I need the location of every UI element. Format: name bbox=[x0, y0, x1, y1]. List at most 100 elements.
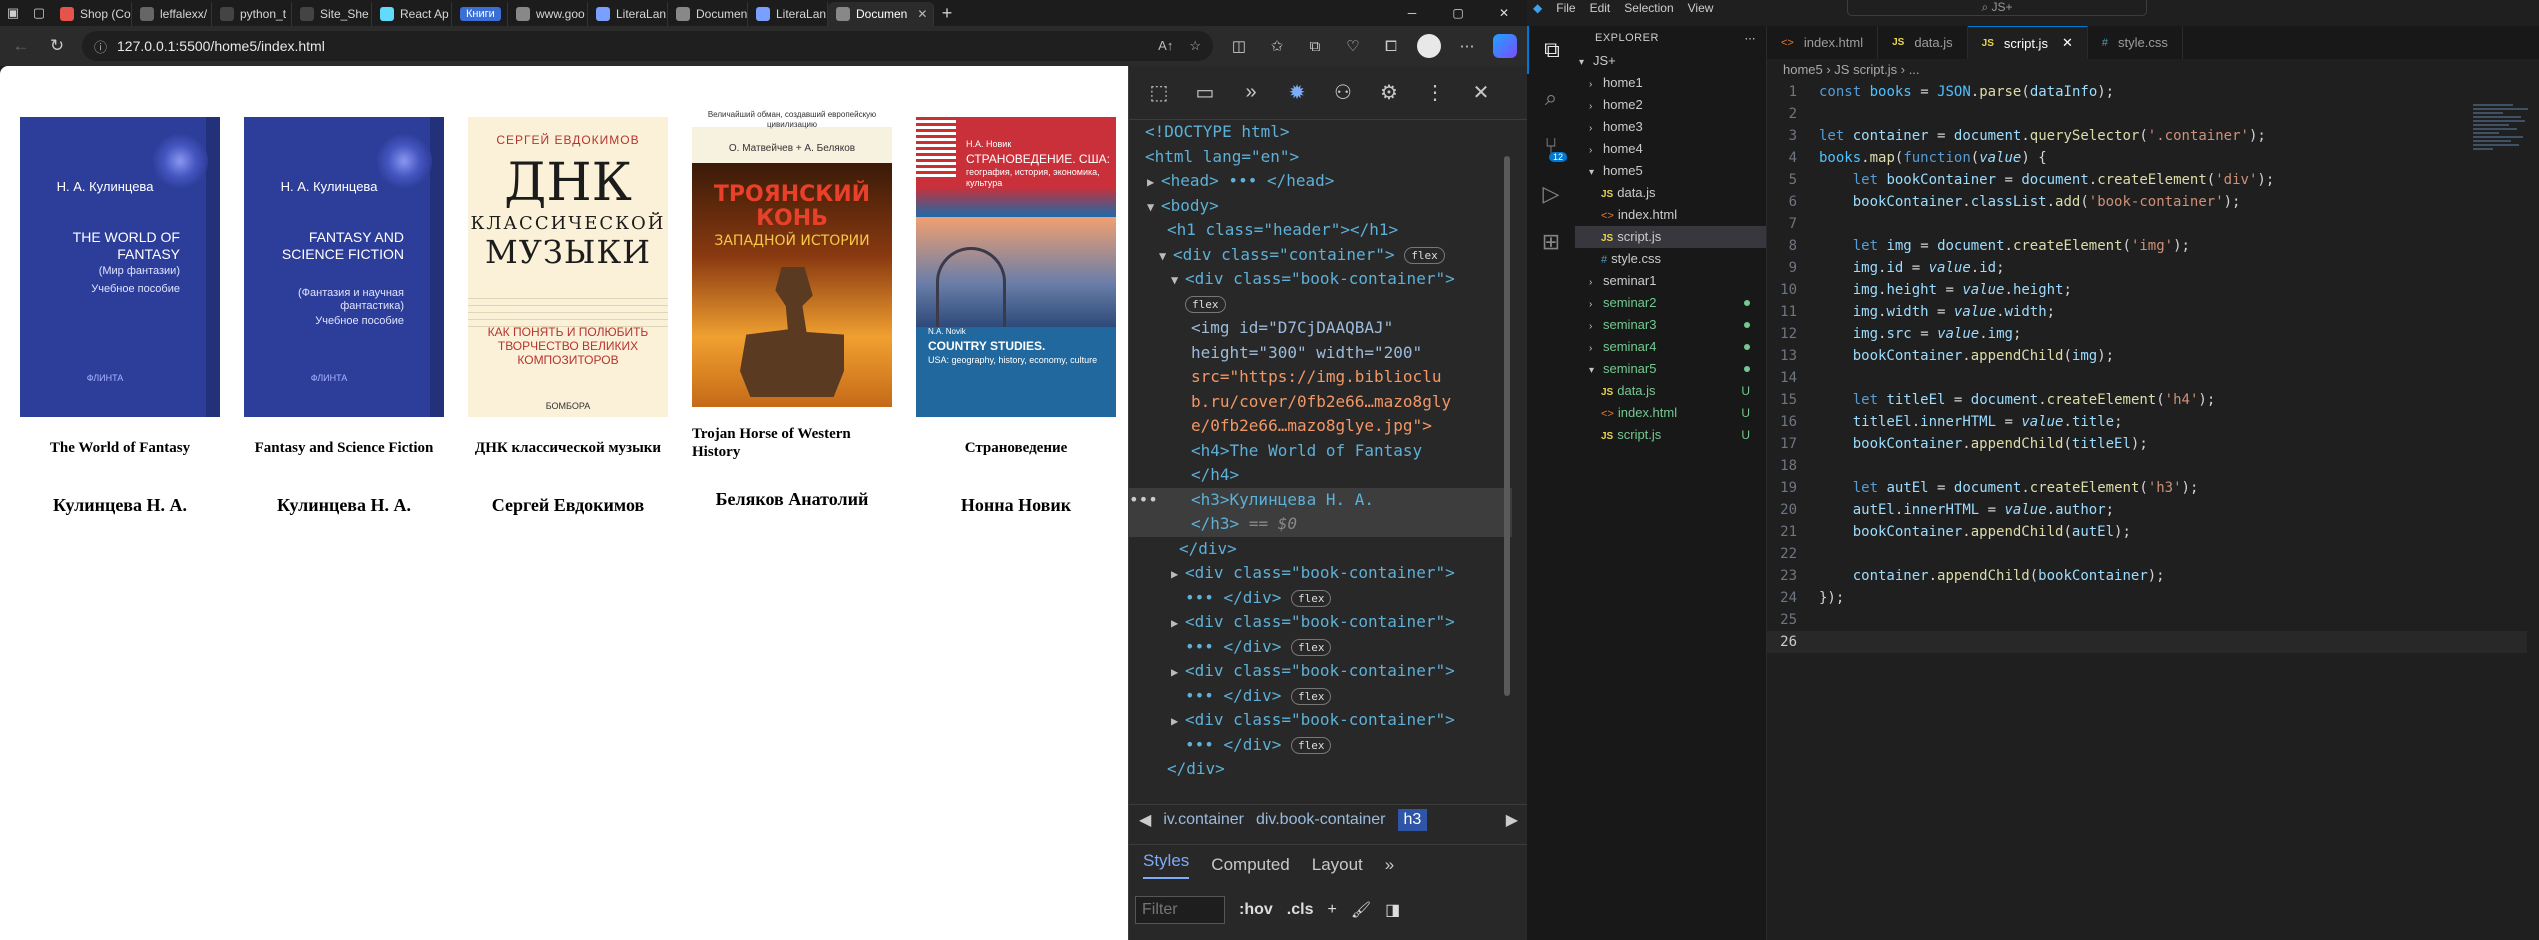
url-field[interactable]: ⓘ 127.0.0.1:5500/home5/index.html A↑ ☆ bbox=[82, 31, 1213, 61]
tree-item[interactable]: JS data.js bbox=[1575, 182, 1766, 204]
expand-arrow-icon[interactable]: ▶ bbox=[1171, 709, 1185, 734]
tree-item[interactable]: # style.css bbox=[1575, 248, 1766, 270]
tree-item[interactable]: JS data.js U bbox=[1575, 380, 1766, 402]
maximize-icon[interactable]: ▢ bbox=[1435, 0, 1481, 26]
class-toggle[interactable]: .cls bbox=[1287, 901, 1314, 919]
collapse-arrow-icon[interactable]: ▼ bbox=[1171, 268, 1185, 293]
source-control-icon[interactable]: ⑂ 12 bbox=[1527, 122, 1575, 170]
menu-edit[interactable]: Edit bbox=[1590, 1, 1611, 15]
tree-item[interactable]: ▾ seminar5 bbox=[1575, 358, 1766, 380]
browser-tab[interactable]: Site_She bbox=[292, 2, 372, 26]
tree-item[interactable]: › seminar1 bbox=[1575, 270, 1766, 292]
editor-breadcrumb[interactable]: home5 › JS script.js › ... bbox=[1767, 59, 2539, 81]
editor-tab[interactable]: # style.css bbox=[2088, 26, 2183, 59]
dom-node[interactable]: ▶ <div class="book-container"> bbox=[1129, 659, 1512, 684]
minimap[interactable] bbox=[2473, 104, 2533, 194]
editor-tab[interactable]: JS script.js ✕ bbox=[1967, 26, 2088, 59]
close-tab-icon[interactable]: ✕ bbox=[917, 7, 927, 21]
tree-item[interactable]: › seminar4 bbox=[1575, 336, 1766, 358]
expand-arrow-icon[interactable]: ▶ bbox=[1171, 660, 1185, 685]
dom-node-selected[interactable]: </h3> == $0 bbox=[1129, 512, 1512, 537]
kebab-menu-icon[interactable]: ⋮ bbox=[1421, 80, 1449, 105]
site-info-icon[interactable]: ⓘ bbox=[94, 37, 107, 56]
menu-selection[interactable]: Selection bbox=[1624, 1, 1673, 15]
flex-badge[interactable]: flex bbox=[1290, 638, 1332, 656]
tree-item[interactable]: ▾ home5 bbox=[1575, 160, 1766, 182]
flex-badge[interactable]: flex bbox=[1185, 295, 1226, 313]
flex-badge[interactable]: flex bbox=[1290, 589, 1332, 607]
tree-item[interactable]: › home2 bbox=[1575, 94, 1766, 116]
dom-node[interactable]: </div> bbox=[1129, 757, 1512, 782]
dom-node[interactable]: ••• </div> flex bbox=[1129, 635, 1512, 660]
elements-scrollbar[interactable] bbox=[1504, 156, 1510, 696]
browser-tab[interactable]: React Ap bbox=[372, 2, 452, 26]
paint-icon[interactable]: 🖌 bbox=[1351, 900, 1371, 920]
tree-item[interactable]: <> index.html U bbox=[1575, 402, 1766, 424]
dom-node[interactable]: </div> bbox=[1129, 537, 1512, 562]
close-devtools-icon[interactable]: ✕ bbox=[1467, 80, 1495, 105]
sidebar-toggle-icon[interactable]: ◨ bbox=[1385, 900, 1400, 920]
hover-state-toggle[interactable]: :hov bbox=[1239, 901, 1273, 919]
breadcrumb-right-icon[interactable]: ▶ bbox=[1506, 810, 1518, 830]
elements-tree[interactable]: <!DOCTYPE html> <html lang="en"> ▶ <head>… bbox=[1129, 120, 1512, 850]
menu-view[interactable]: View bbox=[1688, 1, 1714, 15]
new-tab-button[interactable]: + bbox=[934, 0, 960, 26]
dom-node[interactable]: height="300" width="200" bbox=[1129, 341, 1512, 366]
browser-tab[interactable]: Shop (Co bbox=[52, 2, 132, 26]
breadcrumb-item[interactable]: iv.container bbox=[1163, 811, 1244, 829]
tab-styles[interactable]: Styles bbox=[1143, 851, 1190, 879]
split-screen-icon[interactable]: ◫ bbox=[1227, 37, 1251, 55]
dom-node[interactable]: <h4>The World of Fantasy bbox=[1129, 439, 1512, 464]
tab-computed[interactable]: Computed bbox=[1211, 855, 1289, 875]
dom-node[interactable]: ▶ <head> ••• </head> bbox=[1129, 169, 1512, 194]
tree-item[interactable]: JS script.js bbox=[1575, 226, 1766, 248]
breadcrumb-item-current[interactable]: h3 bbox=[1397, 808, 1428, 831]
tree-item[interactable]: › seminar3 bbox=[1575, 314, 1766, 336]
expand-arrow-icon[interactable]: ▶ bbox=[1171, 611, 1185, 636]
extensions-icon[interactable]: ⧠ bbox=[1379, 38, 1403, 55]
browser-tab[interactable]: www.goo bbox=[508, 2, 588, 26]
tree-item[interactable]: <> index.html bbox=[1575, 204, 1766, 226]
extensions-icon[interactable]: ⊞ bbox=[1527, 218, 1575, 266]
tree-item[interactable]: › seminar2 bbox=[1575, 292, 1766, 314]
browser-tab[interactable]: LiteraLan bbox=[588, 2, 668, 26]
dom-node[interactable]: ▼ <div class="book-container"> bbox=[1129, 267, 1512, 292]
tree-item[interactable]: › home1 bbox=[1575, 72, 1766, 94]
copilot-icon[interactable] bbox=[1493, 34, 1517, 58]
explorer-icon[interactable]: ⧉ bbox=[1527, 26, 1575, 74]
dom-node[interactable]: <h1 class="header"></h1> bbox=[1129, 218, 1512, 243]
tree-item[interactable]: › home3 bbox=[1575, 116, 1766, 138]
flex-badge[interactable]: flex bbox=[1404, 246, 1445, 264]
inspect-element-icon[interactable]: ⬚ bbox=[1145, 80, 1173, 105]
dom-node[interactable]: <!DOCTYPE html> bbox=[1129, 120, 1512, 145]
editor-tab[interactable]: JS data.js bbox=[1878, 26, 1968, 59]
dom-node[interactable]: ▶ <div class="book-container"> bbox=[1129, 610, 1512, 635]
breadcrumb-left-icon[interactable]: ◀ bbox=[1139, 810, 1151, 830]
breadcrumb-item[interactable]: div.book-container bbox=[1256, 811, 1386, 829]
dom-node[interactable]: </h4> bbox=[1129, 463, 1512, 488]
browser-tab[interactable]: python_t bbox=[212, 2, 292, 26]
browser-tab[interactable]: Книги bbox=[452, 2, 508, 26]
command-center[interactable]: ⌕ JS+ bbox=[1847, 0, 2147, 16]
profile-avatar[interactable] bbox=[1417, 34, 1441, 58]
health-icon[interactable]: ♡ bbox=[1341, 37, 1365, 55]
node-actions-icon[interactable]: ••• bbox=[1129, 488, 1158, 513]
menu-file[interactable]: File bbox=[1556, 1, 1575, 15]
minimize-icon[interactable]: ─ bbox=[1389, 0, 1435, 26]
browser-tab[interactable]: Documen bbox=[668, 2, 748, 26]
close-editor-tab-icon[interactable]: ✕ bbox=[2062, 35, 2073, 51]
tab-actions-icon[interactable]: ▢ bbox=[26, 0, 52, 26]
dom-node[interactable]: ▼ <div class="container"> flex bbox=[1129, 243, 1512, 268]
dom-node[interactable]: ▶ <div class="book-container"> bbox=[1129, 708, 1512, 733]
expand-arrow-icon[interactable]: ▶ bbox=[1171, 562, 1185, 587]
customize-icon[interactable]: ⚇ bbox=[1329, 80, 1357, 105]
read-aloud-icon[interactable]: A↑ bbox=[1158, 38, 1173, 54]
tree-item[interactable]: › home4 bbox=[1575, 138, 1766, 160]
browser-tab[interactable]: LiteraLan bbox=[748, 2, 828, 26]
explorer-more-icon[interactable]: ⋯ bbox=[1745, 32, 1757, 45]
collapse-arrow-icon[interactable]: ▼ bbox=[1159, 244, 1173, 269]
expand-arrow-icon[interactable]: ▶ bbox=[1147, 170, 1161, 195]
dom-node-selected[interactable]: ••• <h3>Кулинцева Н. А. bbox=[1129, 487, 1512, 513]
back-icon[interactable]: ← bbox=[10, 36, 32, 56]
refresh-icon[interactable]: ↻ bbox=[46, 36, 68, 56]
